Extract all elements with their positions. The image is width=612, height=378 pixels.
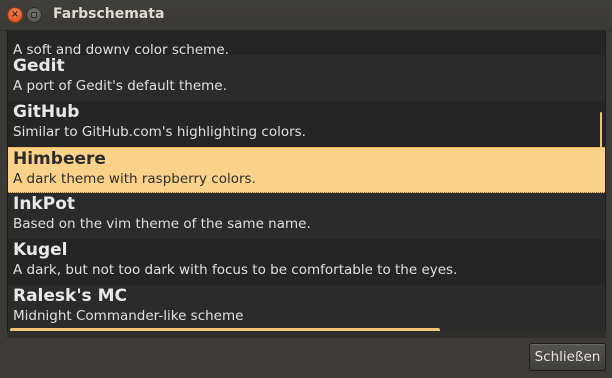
scheme-description: A dark theme with raspberry colors. xyxy=(13,171,256,187)
window-title: Farbschemata xyxy=(53,6,165,22)
scheme-name: Ralesk's MC xyxy=(13,286,127,306)
scheme-description: Similar to GitHub.com's highlighting col… xyxy=(13,124,306,140)
window-minimize-icon[interactable] xyxy=(26,7,42,23)
list-item[interactable]: A soft and downy color scheme. xyxy=(8,31,605,58)
scheme-name: Kugel xyxy=(13,240,68,260)
list-item[interactable]: InkPot Based on the vim theme of the sam… xyxy=(8,193,605,239)
scheme-list[interactable]: A soft and downy color scheme. Gedit A p… xyxy=(7,31,606,338)
list-item[interactable]: Kugel A dark, but not too dark with focu… xyxy=(8,239,605,285)
list-item[interactable]: Gedit A port of Gedit's default theme. xyxy=(8,55,605,101)
scheme-name: Gedit xyxy=(13,56,65,76)
list-bottom-border xyxy=(7,331,606,338)
list-item[interactable]: GitHub Similar to GitHub.com's highlight… xyxy=(8,101,605,147)
vertical-scrollbar[interactable] xyxy=(600,112,602,148)
color-schemes-dialog: × Farbschemata A soft and downy color sc… xyxy=(0,0,612,378)
scheme-description: A port of Gedit's default theme. xyxy=(13,78,227,94)
scheme-name: InkPot xyxy=(13,194,75,214)
minimize-glyph xyxy=(31,12,37,18)
list-item-selected[interactable]: Himbeere A dark theme with raspberry col… xyxy=(8,147,605,193)
scheme-name: GitHub xyxy=(13,102,80,122)
scheme-name: Himbeere xyxy=(13,149,106,169)
window-close-icon[interactable]: × xyxy=(7,7,23,23)
scheme-description: Based on the vim theme of the same name. xyxy=(13,216,311,232)
scheme-description: A dark, but not too dark with focus to b… xyxy=(13,262,458,278)
list-item[interactable]: Ralesk's MC Midnight Commander-like sche… xyxy=(8,285,605,331)
title-bar[interactable]: × Farbschemata xyxy=(0,0,612,31)
scheme-description: Midnight Commander-like scheme xyxy=(13,308,244,324)
close-button[interactable]: Schließen xyxy=(529,343,606,371)
